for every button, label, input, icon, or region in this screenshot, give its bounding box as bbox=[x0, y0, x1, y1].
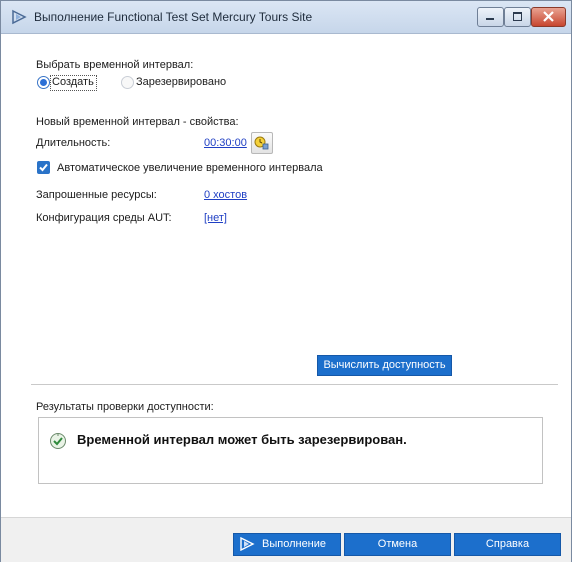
auto-extend-checkbox[interactable] bbox=[37, 161, 50, 174]
duration-picker-button[interactable] bbox=[251, 132, 273, 154]
minimize-icon bbox=[486, 18, 494, 20]
timeslot-label: Выбрать временной интервал: bbox=[36, 59, 194, 71]
results-heading: Результаты проверки доступности: bbox=[36, 401, 214, 413]
radio-reserved-label[interactable]: Зарезервировано bbox=[136, 76, 226, 88]
run-arrow-icon bbox=[240, 537, 255, 551]
minimize-button[interactable] bbox=[477, 7, 504, 27]
radio-reserved[interactable] bbox=[121, 76, 134, 89]
window-title: Выполнение Functional Test Set Mercury T… bbox=[34, 10, 313, 24]
maximize-button[interactable] bbox=[504, 7, 531, 27]
run-button[interactable]: Выполнение bbox=[233, 533, 341, 556]
run-arrow-icon bbox=[12, 9, 27, 25]
results-panel: Временной интервал может быть зарезервир… bbox=[38, 417, 543, 484]
close-icon bbox=[543, 11, 554, 22]
dialog-window: Выполнение Functional Test Set Mercury T… bbox=[0, 0, 572, 562]
aut-config-link[interactable]: [нет] bbox=[204, 212, 227, 224]
close-button[interactable] bbox=[531, 7, 566, 27]
maximize-icon bbox=[513, 12, 522, 21]
checkmark-icon bbox=[39, 163, 48, 172]
available-check-icon bbox=[50, 433, 66, 449]
duration-label: Длительность: bbox=[36, 137, 111, 149]
help-button[interactable]: Справка bbox=[454, 533, 561, 556]
cancel-button[interactable]: Отмена bbox=[344, 533, 451, 556]
resources-link[interactable]: 0 хостов bbox=[204, 189, 247, 201]
auto-extend-label[interactable]: Автоматическое увеличение временного инт… bbox=[57, 162, 323, 174]
radio-create-label[interactable]: Создать bbox=[52, 76, 94, 88]
results-message: Временной интервал может быть зарезервир… bbox=[77, 432, 407, 447]
section-divider bbox=[31, 384, 558, 385]
dialog-content: Выбрать временной интервал: Создать Заре… bbox=[1, 34, 571, 562]
clock-lightbulb-icon bbox=[254, 136, 269, 150]
resources-label: Запрошенные ресурсы: bbox=[36, 189, 157, 201]
run-button-label: Выполнение bbox=[262, 538, 327, 550]
aut-config-label: Конфигурация среды AUT: bbox=[36, 212, 172, 224]
title-bar: Выполнение Functional Test Set Mercury T… bbox=[1, 1, 571, 34]
dialog-footer: Выполнение Отмена Справка bbox=[1, 517, 571, 562]
properties-heading: Новый временной интервал - свойства: bbox=[36, 116, 239, 128]
radio-create[interactable] bbox=[37, 76, 50, 89]
duration-link[interactable]: 00:30:00 bbox=[204, 137, 247, 149]
calculate-availability-button[interactable]: Вычислить доступность bbox=[317, 355, 452, 376]
